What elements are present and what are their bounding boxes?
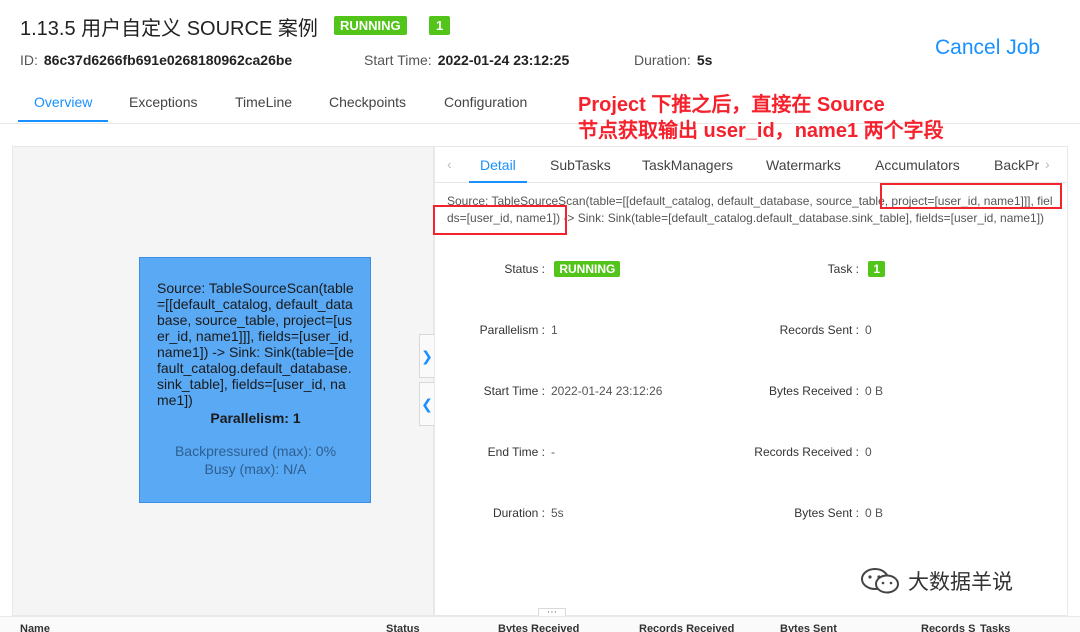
annotation-line-2: 节点获取输出 user_id，name1 两个字段	[578, 120, 944, 142]
records-sent-field: Records Sent : 0	[749, 323, 872, 337]
task-count-badge: 1	[429, 16, 451, 35]
detail-tabs: ‹ Detail SubTasks TaskManagers Watermark…	[435, 147, 1067, 183]
watermark-text: 大数据羊说	[908, 571, 1013, 594]
tab-exceptions[interactable]: Exceptions	[129, 94, 197, 110]
task-label: Task :	[827, 262, 859, 276]
active-detail-tab-indicator	[469, 181, 527, 183]
duration-label: Duration:	[634, 52, 691, 68]
column-records-sent[interactable]: Records S	[921, 623, 975, 632]
end-time-field: End Time :-	[435, 445, 555, 459]
parallelism-field: Parallelism : 1	[435, 323, 558, 337]
column-status[interactable]: Status	[386, 623, 420, 632]
column-records-received[interactable]: Records Received	[639, 623, 734, 632]
chevron-right-icon: ❯	[421, 347, 433, 364]
column-bytes-received[interactable]: Bytes Received	[498, 623, 579, 632]
tabs-scroll-right-icon[interactable]: ›	[1045, 156, 1050, 172]
vertex-start-time-value: 2022-01-24 23:12:26	[551, 384, 663, 398]
node-busy: Busy (max): N/A	[204, 461, 307, 477]
vertex-start-time-label: Start Time :	[483, 384, 545, 398]
end-time-label: End Time :	[487, 445, 545, 459]
job-header: 1.13.5 用户自定义 SOURCE 案例 RUNNING 1 ID: 86c3…	[0, 0, 1080, 124]
vertex-duration-value: 5s	[551, 506, 564, 520]
tab-watermarks[interactable]: Watermarks	[766, 157, 841, 173]
bytes-sent-field: Bytes Sent : 0 B	[749, 506, 883, 520]
job-id-label: ID:	[20, 52, 38, 68]
status-field: Status : RUNNING	[435, 261, 621, 277]
start-time-value: 2022-01-24 23:12:25	[437, 52, 570, 68]
tab-subtasks[interactable]: SubTasks	[550, 157, 611, 173]
tab-timeline[interactable]: TimeLine	[235, 94, 292, 110]
task-badge: 1	[868, 261, 886, 277]
vertex-detail-panel: ‹ Detail SubTasks TaskManagers Watermark…	[433, 146, 1068, 616]
tab-overview[interactable]: Overview	[34, 94, 92, 110]
bytes-sent-value: 0 B	[865, 506, 884, 520]
tabs-scroll-left-icon[interactable]: ‹	[447, 156, 452, 172]
job-title: 1.13.5 用户自定义 SOURCE 案例	[20, 18, 318, 40]
records-received-value: 0	[865, 445, 872, 459]
column-name[interactable]: Name	[20, 623, 50, 632]
watermark: 大数据羊说	[858, 566, 1013, 596]
bytes-received-label: Bytes Received :	[768, 384, 859, 398]
duration-value: 5s	[696, 52, 713, 68]
operator-node[interactable]: Source: TableSourceScan(table=[[default_…	[139, 257, 371, 503]
tab-taskmanagers[interactable]: TaskManagers	[642, 157, 733, 173]
start-time-label: Start Time:	[364, 52, 432, 68]
node-backpressured: Backpressured (max): 0%	[174, 443, 337, 459]
column-bytes-sent[interactable]: Bytes Sent	[780, 623, 837, 632]
chevron-left-icon: ❮	[421, 395, 433, 412]
vertex-table-header: Name Status Bytes Received Records Recei…	[0, 616, 1080, 632]
tab-checkpoints[interactable]: Checkpoints	[329, 94, 406, 110]
wechat-icon	[861, 568, 899, 594]
column-tasks[interactable]: Tasks	[980, 623, 1010, 632]
node-description: Source: TableSourceScan(table=[[default_…	[157, 280, 354, 408]
status-label: Status :	[504, 262, 545, 276]
job-graph-canvas[interactable]: Source: TableSourceScan(table=[[default_…	[12, 146, 434, 616]
tab-accumulators[interactable]: Accumulators	[875, 157, 960, 173]
tab-configuration[interactable]: Configuration	[444, 94, 527, 110]
bytes-sent-label: Bytes Sent :	[794, 506, 859, 520]
job-status-badge: RUNNING	[334, 16, 407, 35]
cancel-job-button[interactable]: Cancel Job	[935, 36, 1040, 60]
vertex-duration-label: Duration :	[492, 506, 545, 520]
expand-panel-button[interactable]: ❯	[419, 334, 435, 378]
bytes-received-field: Bytes Received : 0 B	[749, 384, 883, 398]
parallelism-label: Parallelism :	[479, 323, 545, 337]
start-time-field: Start Time : 2022-01-24 23:12:26	[435, 384, 663, 398]
records-received-label: Records Received :	[754, 445, 859, 459]
job-duration: Duration: 5s	[634, 52, 712, 68]
collapse-panel-button[interactable]: ❮	[419, 382, 435, 426]
status-badge: RUNNING	[554, 261, 621, 277]
job-start-time: Start Time: 2022-01-24 23:12:25	[364, 52, 569, 68]
end-time-value: -	[551, 445, 555, 459]
records-sent-label: Records Sent :	[779, 323, 859, 337]
node-parallelism: Parallelism: 1	[210, 410, 301, 426]
tab-detail[interactable]: Detail	[480, 157, 516, 173]
bytes-received-value: 0 B	[865, 384, 884, 398]
highlight-fields-box	[433, 205, 567, 235]
task-field: Task : 1	[749, 261, 886, 277]
job-id: ID: 86c37d6266fb691e0268180962ca26be	[20, 52, 292, 68]
annotation-line-1: Project 下推之后，直接在 Source	[578, 94, 885, 116]
records-received-field: Records Received : 0	[749, 445, 872, 459]
records-sent-value: 0	[865, 323, 872, 337]
vertex-duration-field: Duration : 5s	[435, 506, 564, 520]
active-tab-indicator	[18, 120, 108, 122]
highlight-project-box	[880, 183, 1062, 209]
parallelism-value: 1	[551, 323, 558, 337]
tab-backpressure[interactable]: BackPr	[994, 157, 1039, 173]
job-id-value: 86c37d6266fb691e0268180962ca26be	[43, 52, 293, 68]
